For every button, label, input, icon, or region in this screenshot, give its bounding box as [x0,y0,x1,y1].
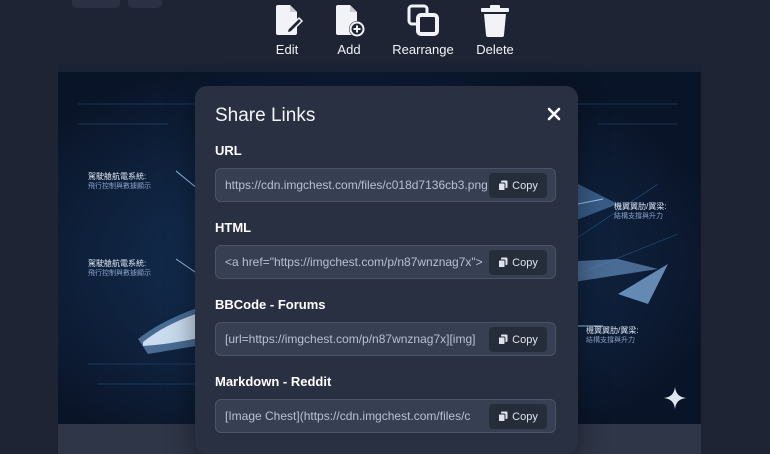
annotation-label: 機翼翼肋/翼梁: 結構支撐與升力 [586,326,638,346]
share-links-modal: Share Links URL Copy HTML Copy BBCode - … [195,86,578,454]
annotation-label: 機翼翼肋/翼梁: 結構支撐與升力 [614,202,666,222]
rearrange-icon [407,4,439,36]
annotation-subtitle: 結構支撐與升力 [614,213,663,220]
copy-icon [498,411,508,422]
annotation-title: 駕駛艙航電系統: [88,172,147,181]
rearrange-label: Rearrange [392,42,454,57]
annotation-subtitle: 結構支撐與升力 [586,337,635,344]
html-input[interactable] [225,246,487,278]
delete-button[interactable]: Delete [466,2,524,57]
bbcode-input[interactable] [225,323,487,355]
close-icon[interactable] [544,104,564,124]
annotation-title: 駕駛艙航電系統: [88,259,147,268]
markdown-label: Markdown - Reddit [215,374,332,389]
copy-bbcode-button[interactable]: Copy [489,327,547,352]
trash-icon [481,5,509,37]
copy-url-button[interactable]: Copy [489,173,547,198]
nav-button[interactable] [72,0,120,8]
sparkle-icon [664,387,686,409]
bbcode-label: BBCode - Forums [215,297,326,312]
copy-icon [498,257,508,268]
edit-file-icon [276,5,304,35]
html-label: HTML [215,220,252,235]
copy-label: Copy [512,410,538,423]
annotation-label: 駕駛艙航電系統: 飛行控制與數據顯示 [88,259,151,279]
page-margin-left [0,64,58,454]
add-label: Add [337,42,361,57]
copy-icon [498,334,508,345]
annotation-subtitle: 飛行控制與數據顯示 [88,270,151,277]
copy-icon [498,180,508,191]
url-field: Copy [215,168,556,202]
add-file-icon [336,5,365,37]
annotation-title: 機翼翼肋/翼梁: [586,326,639,335]
copy-markdown-button[interactable]: Copy [489,404,547,429]
page-margin-right [701,64,770,454]
markdown-input[interactable] [225,400,487,432]
top-bar: Edit Add Rearrange Delete [0,0,770,64]
markdown-field: Copy [215,399,556,433]
copy-html-button[interactable]: Copy [489,250,547,275]
rearrange-button[interactable]: Rearrange [380,2,466,57]
edit-label: Edit [275,42,299,57]
edit-button[interactable]: Edit [256,2,318,57]
nav-button[interactable] [128,0,162,8]
copy-label: Copy [512,179,538,192]
image-top-border [58,64,701,72]
delete-label: Delete [476,42,514,57]
url-label: URL [215,143,242,158]
bbcode-field: Copy [215,322,556,356]
image-toolbar: Edit Add Rearrange Delete [256,2,524,57]
modal-title: Share Links [215,105,316,126]
copy-label: Copy [512,256,538,269]
html-field: Copy [215,245,556,279]
add-button[interactable]: Add [318,2,380,57]
copy-label: Copy [512,333,538,346]
annotation-label: 駕駛艙航電系統: 飛行控制與數據顯示 [88,172,151,192]
url-input[interactable] [225,169,487,201]
annotation-subtitle: 飛行控制與數據顯示 [88,183,151,190]
annotation-title: 機翼翼肋/翼梁: [614,202,667,211]
